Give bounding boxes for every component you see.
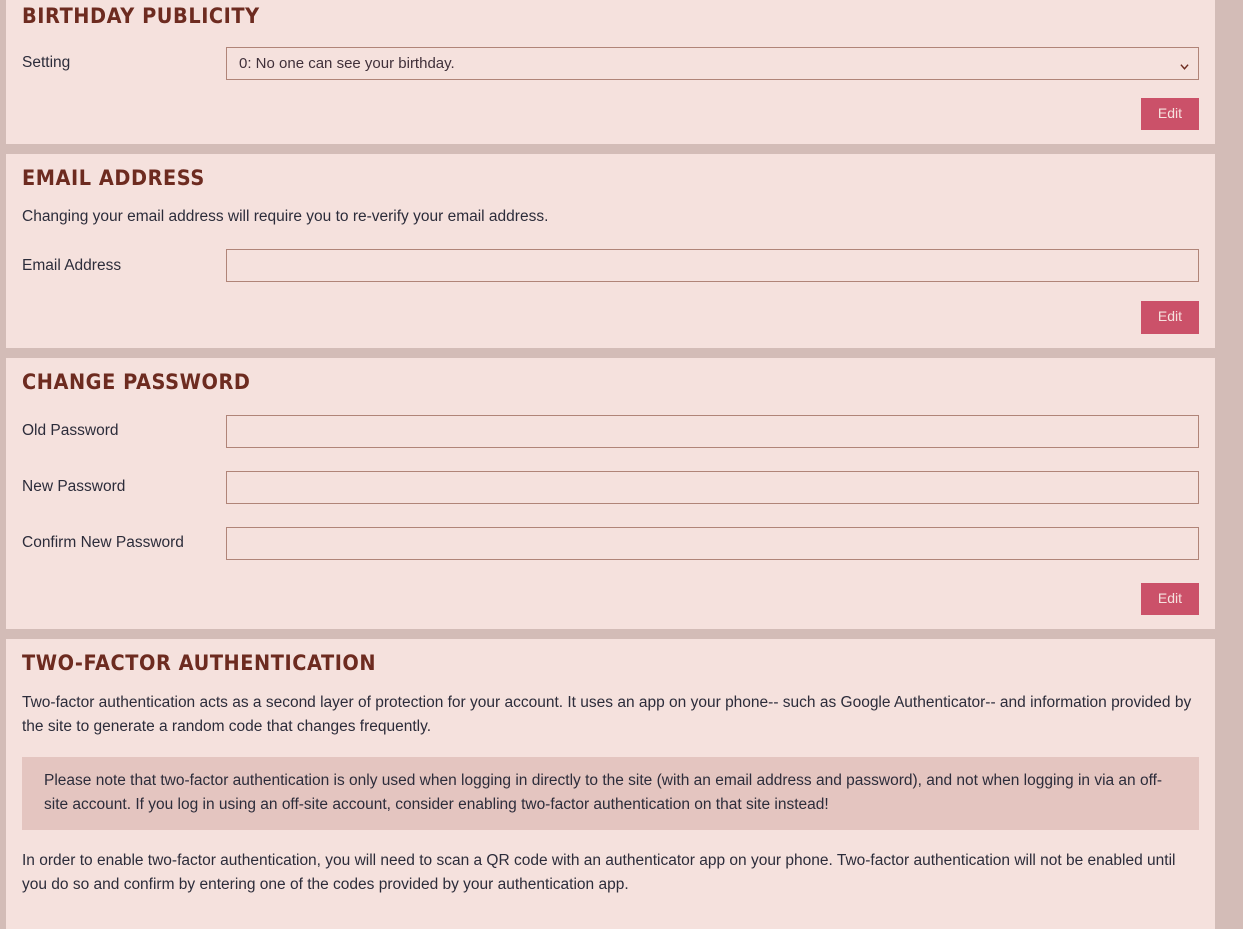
new-password-input[interactable] [226, 470, 1199, 504]
confirm-password-input[interactable] [226, 526, 1199, 560]
two-factor-outro-text: In order to enable two-factor authentica… [22, 852, 1176, 894]
two-factor-note-alert: Please note that two-factor authenticati… [22, 757, 1199, 831]
birthday-edit-button[interactable]: Edit [1140, 98, 1199, 131]
old-password-input[interactable] [226, 414, 1199, 448]
new-password-field-wrap [226, 470, 1199, 504]
settings-page: BIRTHDAY PUBLICITY Setting 0: No one can… [0, 0, 1243, 929]
email-address-input[interactable] [226, 249, 1199, 283]
old-password-label: Old Password [22, 422, 119, 440]
section-birthday-publicity: BIRTHDAY PUBLICITY Setting 0: No one can… [6, 0, 1215, 145]
confirm-password-label: Confirm New Password [22, 534, 184, 552]
birthday-setting-row: Setting 0: No one can see your birthday. [22, 47, 1199, 80]
two-factor-authentication-title: TWO-FACTOR AUTHENTICATION [22, 651, 377, 676]
chevron-down-icon [1180, 63, 1189, 70]
email-address-row: Email Address [22, 249, 1199, 283]
confirm-password-field-wrap [226, 526, 1199, 560]
old-password-field-wrap [226, 414, 1199, 448]
birthday-publicity-select[interactable]: 0: No one can see your birthday. [226, 47, 1199, 80]
birthday-button-row: Edit [22, 98, 1199, 131]
email-edit-button[interactable]: Edit [1140, 301, 1199, 334]
new-password-label: New Password [22, 478, 126, 496]
email-address-label: Email Address [22, 256, 122, 274]
email-address-field-wrap [226, 249, 1199, 283]
email-button-row: Edit [22, 301, 1199, 334]
two-factor-intro-text: Two-factor authentication acts as a seco… [22, 694, 1192, 736]
birthday-publicity-select-value: 0: No one can see your birthday. [239, 55, 455, 72]
password-button-row: Edit [22, 582, 1199, 616]
section-email-address: EMAIL ADDRESS Changing your email addres… [6, 154, 1215, 348]
confirm-password-row: Confirm New Password [22, 526, 1199, 560]
old-password-row: Old Password [22, 414, 1199, 448]
email-address-title: EMAIL ADDRESS [22, 166, 205, 191]
birthday-setting-field-wrap: 0: No one can see your birthday. [226, 47, 1199, 80]
section-two-factor-authentication: TWO-FACTOR AUTHENTICATION Two-factor aut… [6, 639, 1215, 929]
change-password-title: CHANGE PASSWORD [22, 369, 251, 394]
password-edit-button[interactable]: Edit [1140, 582, 1199, 616]
section-change-password: CHANGE PASSWORD Old Password New Passwor… [6, 357, 1215, 630]
new-password-row: New Password [22, 470, 1199, 504]
birthday-setting-label: Setting [22, 54, 71, 72]
birthday-publicity-title: BIRTHDAY PUBLICITY [22, 4, 260, 28]
email-address-description: Changing your email address will require… [22, 208, 549, 226]
